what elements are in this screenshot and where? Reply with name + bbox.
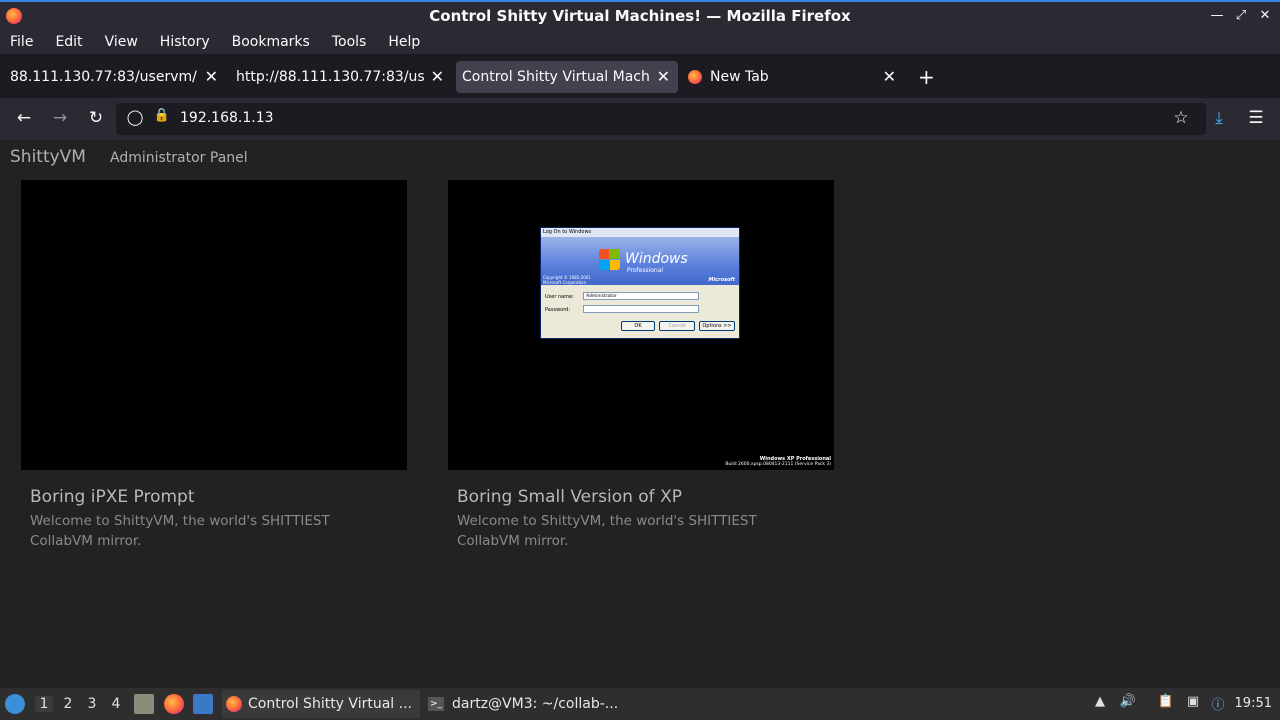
vm-thumbnail[interactable] (21, 180, 407, 470)
page-content: ShittyVM Administrator Panel Boring iPXE… (0, 140, 1280, 688)
tab-uservm[interactable]: 88.111.130.77:83/uservm/ ✕ (4, 61, 226, 93)
menu-edit[interactable]: Edit (55, 34, 82, 50)
url-bar[interactable] (116, 103, 1206, 135)
firefox-favicon-icon (688, 70, 702, 84)
xp-windows-wordmark: Windows (625, 251, 688, 267)
xp-build-footer: Windows XP Professional Build 2600.xpsp.… (725, 456, 831, 468)
firefox-task-icon (226, 696, 242, 712)
xp-user-label: User name: (545, 294, 574, 300)
menu-tools[interactable]: Tools (332, 34, 367, 50)
vm-card[interactable]: Boring iPXE Prompt Welcome to ShittyVM, … (21, 180, 407, 551)
menu-bar: File Edit View History Bookmarks Tools H… (0, 30, 1280, 54)
network-icon[interactable]: ▣ (1184, 694, 1202, 712)
windows-flag-icon (599, 249, 621, 271)
desktop-2[interactable]: 2 (59, 696, 77, 712)
xp-cancel-button: Cancel (659, 321, 695, 331)
xp-copyright: Copyright © 1985-2001 Microsoft Corporat… (543, 275, 591, 285)
tab-bar: 88.111.130.77:83/uservm/ ✕ http://88.111… (0, 56, 1280, 98)
lock-icon[interactable]: 🔒 (151, 108, 173, 123)
url-text[interactable]: 192.168.1.13 (180, 110, 274, 126)
vm-title[interactable]: Boring Small Version of XP (457, 487, 834, 507)
bookmark-star-icon[interactable]: ☆ (1170, 108, 1192, 128)
start-menu-icon[interactable] (5, 694, 25, 714)
maximize-icon[interactable]: ⤢ (1234, 8, 1248, 23)
tracking-shield-icon[interactable]: ◯ (124, 108, 146, 126)
vm-card[interactable]: Log On to Windows Windows Professional C… (448, 180, 834, 551)
menu-view[interactable]: View (105, 34, 138, 50)
tab-close-icon[interactable]: ✕ (431, 67, 444, 86)
terminal-icon: >_ (428, 697, 444, 711)
menu-bookmarks[interactable]: Bookmarks (232, 34, 310, 50)
desktop-4[interactable]: 4 (107, 696, 125, 712)
desktop-show-icon[interactable] (193, 694, 213, 714)
task-label: dartz@VM3: ~/collab-... (452, 696, 619, 712)
xp-username-field: Administrator (583, 292, 699, 300)
window-title: Control Shitty Virtual Machines! — Mozil… (429, 7, 851, 25)
menu-file[interactable]: File (10, 34, 33, 50)
desktop-1[interactable]: 1 (35, 696, 53, 712)
tray-arrow-icon[interactable]: ▲ (1091, 694, 1109, 712)
tab-close-icon[interactable]: ✕ (205, 67, 218, 86)
site-brand[interactable]: ShittyVM (10, 147, 86, 167)
notification-icon[interactable]: ⓘ (1209, 694, 1227, 713)
vm-description: Welcome to ShittyVM, the world's SHITTIE… (457, 513, 757, 549)
tab-control-shitty-vms[interactable]: Control Shitty Virtual Machines! ✕ (456, 61, 678, 93)
xp-logon-dialog: Log On to Windows Windows Professional C… (540, 227, 740, 339)
desktop-3[interactable]: 3 (83, 696, 101, 712)
clock[interactable]: 19:51 (1235, 696, 1272, 711)
taskbar: 1 2 3 4 Control Shitty Virtual ... >_ da… (0, 688, 1280, 720)
reload-icon[interactable]: ↻ (85, 108, 107, 128)
window-titlebar: Control Shitty Virtual Machines! — Mozil… (0, 0, 1280, 30)
tab-new-tab[interactable]: New Tab ✕ (682, 61, 904, 93)
menu-history[interactable]: History (160, 34, 210, 50)
taskbar-task-firefox[interactable]: Control Shitty Virtual ... (222, 690, 420, 718)
tab-close-icon[interactable]: ✕ (657, 67, 670, 86)
xp-dialog-title: Log On to Windows (541, 228, 739, 237)
menu-help[interactable]: Help (388, 34, 420, 50)
xp-edition: Professional (627, 267, 664, 274)
vm-thumbnail[interactable]: Log On to Windows Windows Professional C… (448, 180, 834, 470)
clipboard-icon[interactable]: 📋 (1157, 694, 1175, 712)
volume-icon[interactable]: 🔊 (1119, 694, 1137, 712)
close-window-icon[interactable]: ✕ (1258, 8, 1272, 23)
downloads-icon[interactable]: ⤓ (1208, 108, 1230, 128)
tab-uservm-http[interactable]: http://88.111.130.77:83/use ✕ (230, 61, 452, 93)
tab-close-icon[interactable]: ✕ (883, 67, 896, 86)
firefox-launcher-icon[interactable] (164, 694, 184, 714)
xp-options-button: Options >> (699, 321, 735, 331)
back-arrow-icon[interactable]: ← (13, 108, 35, 128)
admin-panel-link[interactable]: Administrator Panel (110, 150, 248, 166)
xp-ok-button: OK (621, 321, 655, 331)
new-tab-plus-icon[interactable]: + (918, 65, 935, 89)
xp-banner: Windows Professional Copyright © 1985-20… (541, 237, 739, 285)
tab-label: http://88.111.130.77:83/use (236, 69, 424, 85)
xp-password-label: Password: (545, 307, 571, 313)
tab-label: New Tab (710, 69, 769, 85)
taskbar-task-terminal[interactable]: >_ dartz@VM3: ~/collab-... (424, 690, 622, 718)
minimize-icon[interactable]: — (1210, 8, 1224, 23)
hamburger-menu-icon[interactable]: ☰ (1245, 108, 1267, 128)
tab-label: Control Shitty Virtual Machines! (462, 69, 650, 85)
tab-label: 88.111.130.77:83/uservm/ (10, 69, 197, 85)
forward-arrow-icon[interactable]: → (49, 108, 71, 128)
vm-description: Welcome to ShittyVM, the world's SHITTIE… (30, 513, 330, 549)
xp-password-field (583, 305, 699, 313)
xp-microsoft: Microsoft (708, 277, 735, 283)
file-manager-icon[interactable] (134, 694, 154, 714)
xp-footer-build: Build 2600.xpsp.080413-2111 (Service Pac… (725, 462, 831, 467)
vm-title[interactable]: Boring iPXE Prompt (30, 487, 407, 507)
task-label: Control Shitty Virtual ... (248, 696, 412, 712)
